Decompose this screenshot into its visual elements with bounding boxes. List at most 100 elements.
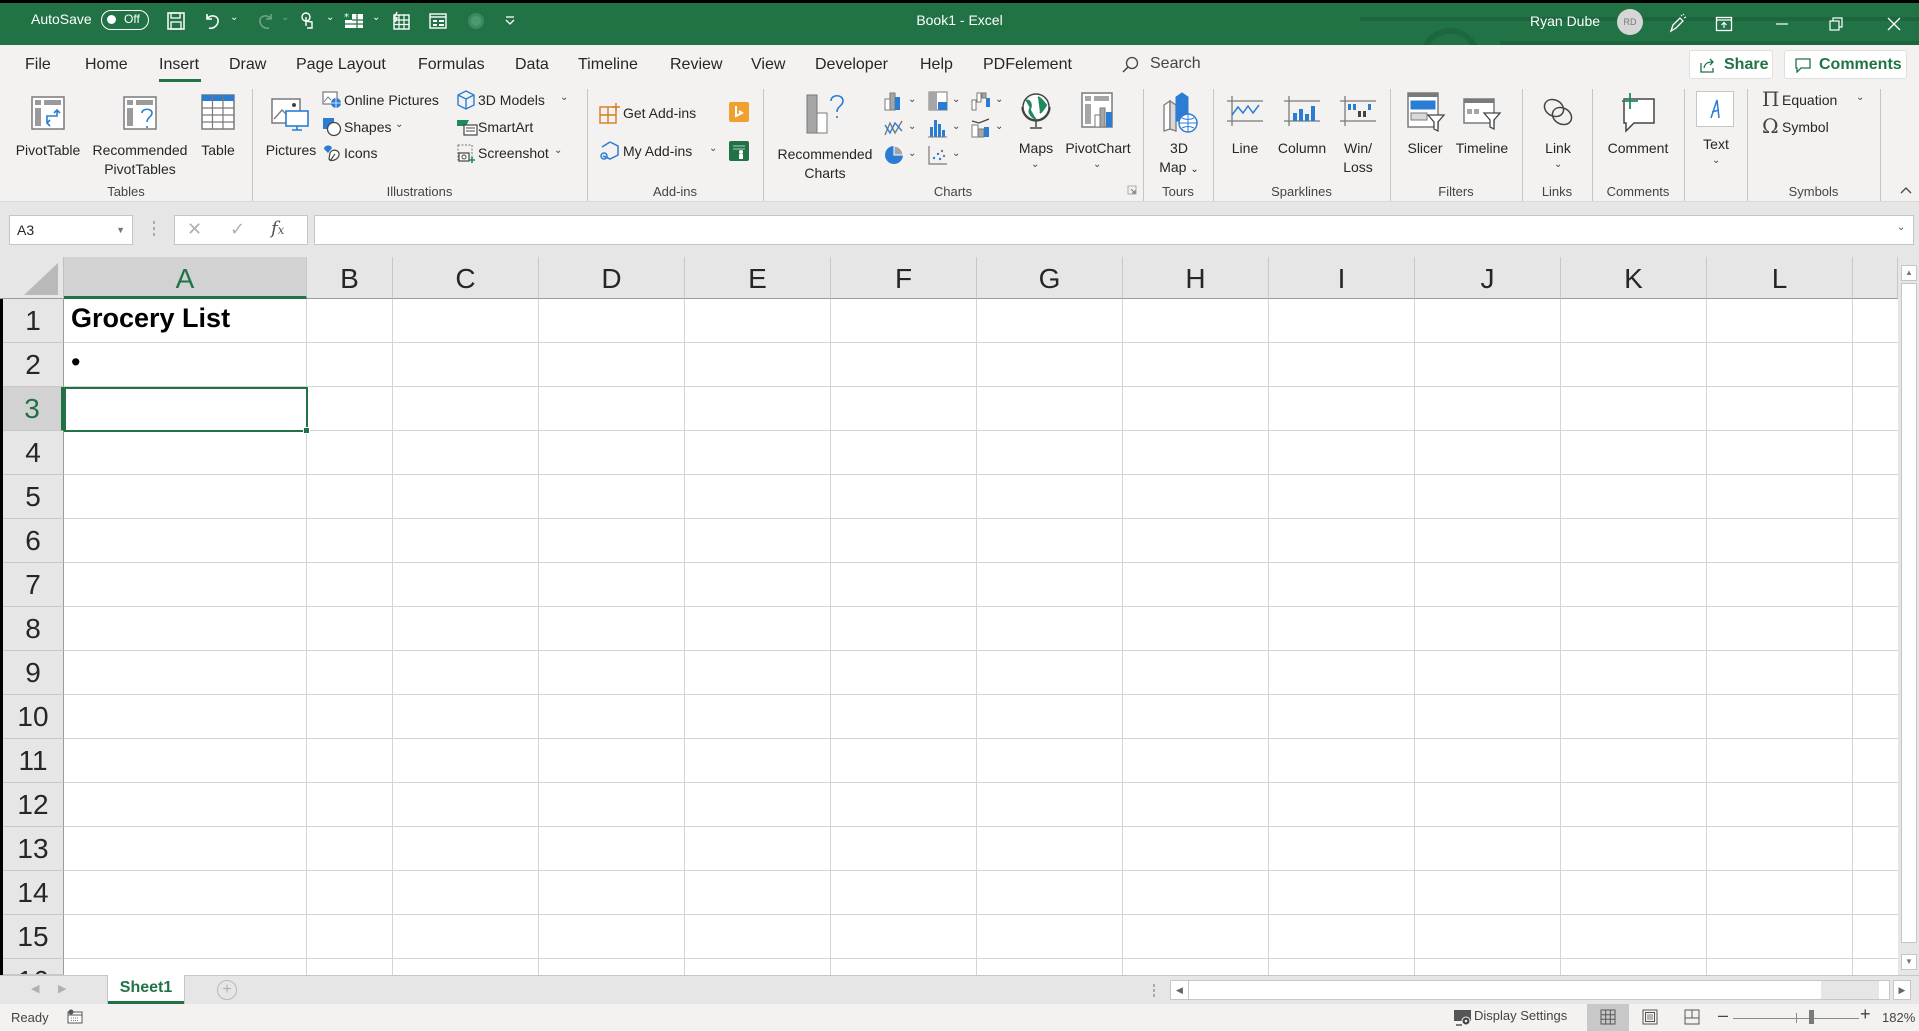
display-settings-button[interactable]: Display Settings (1474, 1008, 1567, 1023)
user-avatar[interactable]: RD (1617, 9, 1643, 35)
close-button[interactable] (1871, 3, 1917, 45)
row-header-6[interactable]: 6 (3, 519, 64, 563)
touch-mode-icon[interactable] (298, 11, 318, 31)
3d-models-button[interactable]: 3D Models ⌄ (454, 89, 574, 111)
formula-bar-resize-handle[interactable] (152, 220, 156, 238)
tab-page-layout[interactable]: Page Layout (296, 56, 386, 74)
horizontal-scrollbar[interactable]: ◀ (1170, 980, 1890, 1000)
column-header-D[interactable]: D (539, 257, 685, 299)
user-name[interactable]: Ryan Dube (1530, 13, 1600, 29)
column-header-B[interactable]: B (307, 257, 393, 299)
column-chart-button[interactable]: ⌄ (883, 90, 919, 114)
column-header-I[interactable]: I (1269, 257, 1415, 299)
tab-draw[interactable]: Draw (229, 56, 266, 74)
fill-handle[interactable] (303, 427, 310, 434)
vertical-scrollbar[interactable]: ▲ ▼ (1898, 257, 1919, 975)
column-header-partial[interactable] (1853, 257, 1898, 299)
tab-home[interactable]: Home (85, 56, 128, 74)
recommended-pivottables-button[interactable]: Recommended PivotTables (88, 91, 192, 181)
tab-help[interactable]: Help (920, 56, 953, 74)
online-pictures-button[interactable]: Online Pictures (320, 89, 446, 111)
column-header-G[interactable]: G (977, 257, 1123, 299)
enter-icon[interactable]: ✓ (230, 219, 245, 240)
column-header-K[interactable]: K (1561, 257, 1707, 299)
equation-button[interactable]: Π Equation ⌄ (1760, 87, 1872, 111)
cell-A1[interactable]: Grocery List (71, 303, 230, 334)
combo-chart-button[interactable]: ⌄ (970, 117, 1006, 141)
my-addins-button[interactable]: My Add-ins ⌄ (597, 139, 721, 163)
cell-A2[interactable]: • (71, 347, 80, 378)
zoom-slider-thumb[interactable] (1809, 1010, 1814, 1024)
link-button[interactable]: Link ⌄ (1532, 89, 1584, 179)
touch-dropdown-icon[interactable]: ⌄ (326, 12, 334, 23)
pivotchart-button[interactable]: PivotChart ⌄ (1062, 89, 1134, 179)
row-header-10[interactable]: 10 (3, 695, 64, 739)
page-layout-view-button[interactable] (1629, 1004, 1671, 1031)
form-icon[interactable] (428, 11, 448, 31)
share-button[interactable]: Share (1689, 50, 1773, 79)
pivottable-button[interactable]: PivotTable (10, 91, 86, 173)
scroll-left-icon[interactable]: ◀ (1171, 981, 1189, 999)
text-button[interactable]: Text ⌄ (1694, 89, 1738, 179)
normal-view-button[interactable] (1587, 1004, 1629, 1031)
horizontal-scroll-track[interactable] (1821, 981, 1879, 999)
column-header-E[interactable]: E (685, 257, 831, 299)
tab-data[interactable]: Data (515, 56, 549, 74)
scroll-up-icon[interactable]: ▲ (1901, 265, 1917, 281)
row-header-11[interactable]: 11 (3, 739, 64, 783)
column-header-A[interactable]: A (64, 257, 307, 299)
comments-button[interactable]: Comments (1784, 50, 1907, 79)
3d-map-button[interactable]: 3D Map ⌄ (1152, 89, 1206, 181)
insert-comment-button[interactable]: Comment (1600, 89, 1676, 171)
hierarchy-chart-button[interactable]: ⌄ (927, 90, 963, 114)
row-header-3[interactable]: 3 (3, 387, 64, 431)
scroll-right-icon[interactable]: ▶ (1893, 980, 1911, 1000)
previous-sheet-icon[interactable]: ◀ (31, 982, 39, 995)
column-header-H[interactable]: H (1123, 257, 1269, 299)
minimize-button[interactable] (1759, 3, 1805, 45)
cell-grid[interactable]: Grocery List • (64, 299, 1898, 975)
new-sheet-button[interactable]: + (217, 980, 237, 1000)
row-header-16[interactable]: 16 (3, 959, 64, 975)
column-header-C[interactable]: C (393, 257, 539, 299)
sparkline-column-button[interactable]: Column (1270, 89, 1334, 171)
record-macro-icon[interactable] (466, 11, 486, 31)
save-icon[interactable] (166, 11, 186, 31)
page-break-view-button[interactable] (1671, 1004, 1713, 1031)
undo-dropdown-icon[interactable]: ⌄ (230, 12, 238, 23)
tab-developer[interactable]: Developer (815, 56, 888, 74)
tab-pdfelement[interactable]: PDFelement (983, 56, 1072, 74)
row-header-4[interactable]: 4 (3, 431, 64, 475)
vertical-scroll-thumb[interactable] (1901, 283, 1917, 943)
column-header-F[interactable]: F (831, 257, 977, 299)
sparkline-winloss-button[interactable]: Win/Loss (1334, 89, 1382, 181)
restore-button[interactable] (1813, 3, 1859, 45)
people-graph-icon[interactable] (729, 141, 749, 161)
collapse-ribbon-icon[interactable] (1898, 183, 1914, 197)
row-header-14[interactable]: 14 (3, 871, 64, 915)
select-all-button[interactable] (0, 257, 64, 299)
name-box[interactable]: A3 ▼ (9, 215, 133, 245)
tab-view[interactable]: View (751, 56, 785, 74)
tab-split-handle[interactable] (1152, 984, 1156, 998)
screenshot-button[interactable]: Screenshot ⌄ (454, 142, 574, 164)
zoom-in-button[interactable]: + (1860, 1004, 1871, 1025)
pie-chart-button[interactable]: ⌄ (883, 144, 919, 168)
maps-button[interactable]: Maps ⌄ (1014, 89, 1058, 179)
get-addins-button[interactable]: Get Add-ins (597, 101, 707, 125)
tab-review[interactable]: Review (670, 56, 722, 74)
row-header-5[interactable]: 5 (3, 475, 64, 519)
column-header-L[interactable]: L (1707, 257, 1853, 299)
sheet-tab-sheet1[interactable]: Sheet1 (107, 975, 185, 1004)
custom-grid-dropdown-icon[interactable]: ⌄ (372, 12, 380, 23)
macro-recording-icon[interactable] (67, 1009, 83, 1024)
timeline-button[interactable]: Timeline (1450, 89, 1514, 171)
customize-qat-icon[interactable] (500, 11, 520, 31)
table-button[interactable]: Table (194, 91, 242, 173)
tab-file[interactable]: File (25, 56, 51, 74)
row-header-2[interactable]: 2 (3, 343, 64, 387)
row-header-12[interactable]: 12 (3, 783, 64, 827)
statistic-chart-button[interactable]: ⌄ (927, 117, 963, 141)
bing-maps-icon[interactable] (729, 102, 749, 122)
row-header-1[interactable]: 1 (3, 299, 64, 343)
